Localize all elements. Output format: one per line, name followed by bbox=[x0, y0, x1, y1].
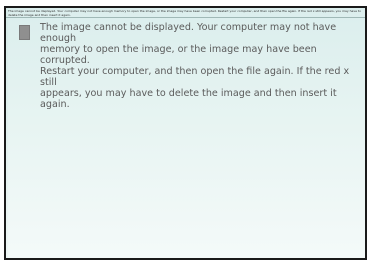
image-placeholder-frame: The image cannot be displayed. Your comp… bbox=[4, 6, 367, 260]
frame-left-edge bbox=[6, 8, 8, 258]
page: The image cannot be displayed. Your comp… bbox=[0, 0, 371, 265]
header-divider bbox=[6, 17, 365, 18]
broken-image-icon bbox=[19, 25, 30, 40]
image-error-message: The image cannot be displayed. Your comp… bbox=[40, 22, 350, 110]
